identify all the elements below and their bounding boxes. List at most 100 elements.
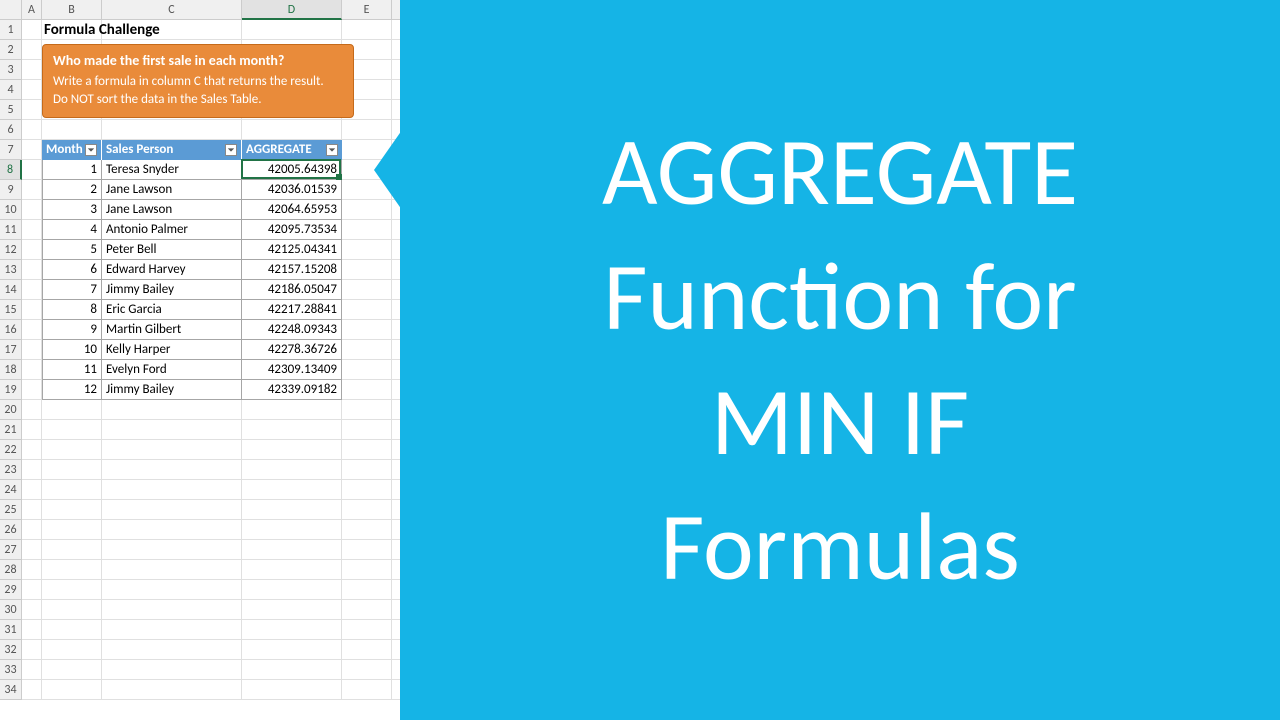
cell-E30[interactable]: [342, 600, 392, 620]
cell-A9[interactable]: [22, 180, 42, 200]
cell-aggregate[interactable]: 42217.28841: [242, 300, 342, 320]
cell-A27[interactable]: [22, 540, 42, 560]
cell-aggregate[interactable]: 42278.36726: [242, 340, 342, 360]
cell-E28[interactable]: [342, 560, 392, 580]
cell-B28[interactable]: [42, 560, 102, 580]
cell-D32[interactable]: [242, 640, 342, 660]
row-header-33[interactable]: 33: [0, 660, 22, 680]
column-header-C[interactable]: C: [102, 0, 242, 20]
row-header-19[interactable]: 19: [0, 380, 22, 400]
cell-C6[interactable]: [102, 120, 242, 140]
filter-icon[interactable]: [85, 144, 97, 156]
cell-C27[interactable]: [102, 540, 242, 560]
cell-E11[interactable]: [342, 220, 392, 240]
cell-A4[interactable]: [22, 80, 42, 100]
table-row[interactable]: 8Eric Garcia42217.28841: [42, 300, 342, 320]
cell-B34[interactable]: [42, 680, 102, 700]
row-header-14[interactable]: 14: [0, 280, 22, 300]
cell-aggregate[interactable]: 42186.05047: [242, 280, 342, 300]
cell-B30[interactable]: [42, 600, 102, 620]
cell-aggregate[interactable]: 42125.04341: [242, 240, 342, 260]
cell-A16[interactable]: [22, 320, 42, 340]
row-header-16[interactable]: 16: [0, 320, 22, 340]
cell-D21[interactable]: [242, 420, 342, 440]
cell-month[interactable]: 10: [42, 340, 102, 360]
cell-C25[interactable]: [102, 500, 242, 520]
cell-D26[interactable]: [242, 520, 342, 540]
cell-aggregate[interactable]: 42064.65953: [242, 200, 342, 220]
cell-A33[interactable]: [22, 660, 42, 680]
cell-A7[interactable]: [22, 140, 42, 160]
cell-B23[interactable]: [42, 460, 102, 480]
row-header-24[interactable]: 24: [0, 480, 22, 500]
cell-A3[interactable]: [22, 60, 42, 80]
cell-aggregate[interactable]: 42005.64398: [242, 160, 342, 180]
row-header-3[interactable]: 3: [0, 60, 22, 80]
table-row[interactable]: 5Peter Bell42125.04341: [42, 240, 342, 260]
cell-E27[interactable]: [342, 540, 392, 560]
cell-A17[interactable]: [22, 340, 42, 360]
cell-month[interactable]: 8: [42, 300, 102, 320]
cell-E12[interactable]: [342, 240, 392, 260]
cell-salesperson[interactable]: Jimmy Bailey: [102, 280, 242, 300]
cell-B24[interactable]: [42, 480, 102, 500]
row-header-34[interactable]: 34: [0, 680, 22, 700]
row-header-18[interactable]: 18: [0, 360, 22, 380]
cell-B32[interactable]: [42, 640, 102, 660]
cell-E32[interactable]: [342, 640, 392, 660]
cell-A12[interactable]: [22, 240, 42, 260]
filter-icon[interactable]: [326, 144, 338, 156]
cell-B22[interactable]: [42, 440, 102, 460]
cell-E18[interactable]: [342, 360, 392, 380]
table-row[interactable]: 10Kelly Harper42278.36726: [42, 340, 342, 360]
row-header-29[interactable]: 29: [0, 580, 22, 600]
cell-A5[interactable]: [22, 100, 42, 120]
cell-aggregate[interactable]: 42036.01539: [242, 180, 342, 200]
cell-A32[interactable]: [22, 640, 42, 660]
table-row[interactable]: 2Jane Lawson42036.01539: [42, 180, 342, 200]
cell-salesperson[interactable]: Kelly Harper: [102, 340, 242, 360]
row-header-6[interactable]: 6: [0, 120, 22, 140]
cell-E33[interactable]: [342, 660, 392, 680]
row-header-25[interactable]: 25: [0, 500, 22, 520]
cell-A8[interactable]: [22, 160, 42, 180]
cell-E23[interactable]: [342, 460, 392, 480]
row-header-21[interactable]: 21: [0, 420, 22, 440]
table-row[interactable]: 11Evelyn Ford42309.13409: [42, 360, 342, 380]
cell-month[interactable]: 2: [42, 180, 102, 200]
cell-D28[interactable]: [242, 560, 342, 580]
table-row[interactable]: 6Edward Harvey42157.15208: [42, 260, 342, 280]
cell-C20[interactable]: [102, 400, 242, 420]
row-header-1[interactable]: 1: [0, 20, 22, 40]
table-row[interactable]: 1Teresa Snyder42005.64398: [42, 160, 342, 180]
cell-C34[interactable]: [102, 680, 242, 700]
cell-A29[interactable]: [22, 580, 42, 600]
column-header-A[interactable]: A: [22, 0, 42, 20]
cell-salesperson[interactable]: Evelyn Ford: [102, 360, 242, 380]
cell-B25[interactable]: [42, 500, 102, 520]
cell-A28[interactable]: [22, 560, 42, 580]
cell-E26[interactable]: [342, 520, 392, 540]
row-header-2[interactable]: 2: [0, 40, 22, 60]
cell-A21[interactable]: [22, 420, 42, 440]
cell-D25[interactable]: [242, 500, 342, 520]
cell-A14[interactable]: [22, 280, 42, 300]
table-row[interactable]: 12Jimmy Bailey42339.09182: [42, 380, 342, 400]
cell-B26[interactable]: [42, 520, 102, 540]
cell-aggregate[interactable]: 42309.13409: [242, 360, 342, 380]
cell-D20[interactable]: [242, 400, 342, 420]
cell-E24[interactable]: [342, 480, 392, 500]
row-header-27[interactable]: 27: [0, 540, 22, 560]
cell-C33[interactable]: [102, 660, 242, 680]
cell-B31[interactable]: [42, 620, 102, 640]
table-row[interactable]: 4Antonio Palmer42095.73534: [42, 220, 342, 240]
column-header-D[interactable]: D: [242, 0, 342, 20]
cell-A23[interactable]: [22, 460, 42, 480]
row-header-11[interactable]: 11: [0, 220, 22, 240]
cell-aggregate[interactable]: 42095.73534: [242, 220, 342, 240]
row-header-22[interactable]: 22: [0, 440, 22, 460]
row-header-15[interactable]: 15: [0, 300, 22, 320]
cell-E13[interactable]: [342, 260, 392, 280]
cell-month[interactable]: 1: [42, 160, 102, 180]
cell-salesperson[interactable]: Edward Harvey: [102, 260, 242, 280]
